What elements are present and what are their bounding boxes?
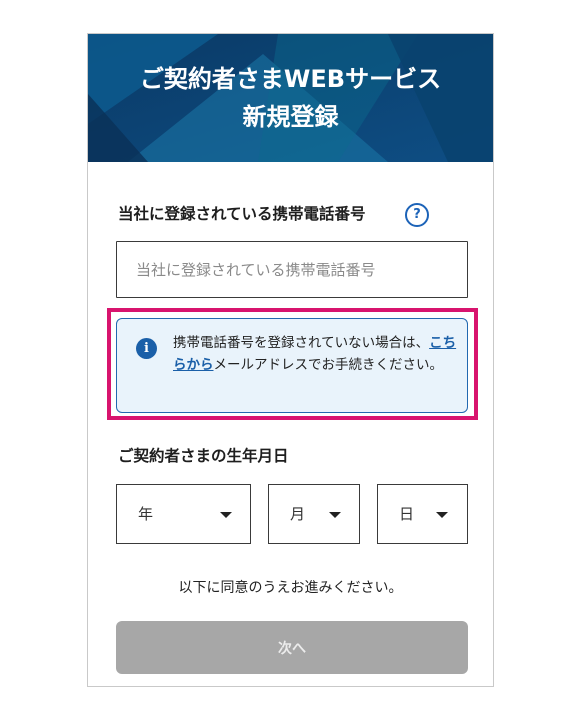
header-banner: ご契約者さまWEBサービス 新規登録 <box>88 34 493 162</box>
phone-number-input[interactable] <box>116 241 468 298</box>
birthdate-label: ご契約者さまの生年月日 <box>118 447 289 465</box>
birth-month-select[interactable]: 月 <box>268 484 360 544</box>
notice-text: 携帯電話番号を登録されていない場合は、こちらからメールアドレスでお手続きください… <box>173 332 458 376</box>
notice-text-after: メールアドレスでお手続きください。 <box>213 357 444 373</box>
birth-day-select[interactable]: 日 <box>377 484 468 544</box>
notice-box: i 携帯電話番号を登録されていない場合は、こちらからメールアドレスでお手続きくだ… <box>116 318 468 413</box>
question-circle-icon[interactable]: ? <box>405 203 429 227</box>
registration-screen: ご契約者さまWEBサービス 新規登録 当社に登録されている携帯電話番号 ? i … <box>87 33 494 687</box>
birth-year-select[interactable]: 年 <box>116 484 251 544</box>
page-title-line2: 新規登録 <box>242 103 339 131</box>
info-icon: i <box>136 338 157 359</box>
phone-number-label: 当社に登録されている携帯電話番号 <box>118 205 366 223</box>
chevron-down-icon <box>329 512 341 518</box>
page-title-line1: ご契約者さまWEBサービス <box>139 65 442 93</box>
birth-year-select-label: 年 <box>138 505 154 523</box>
birth-month-select-label: 月 <box>290 505 306 523</box>
birth-day-select-label: 日 <box>399 505 415 523</box>
consent-text: 以下に同意のうえお進みください。 <box>178 580 403 596</box>
next-button[interactable]: 次へ <box>116 621 468 674</box>
chevron-down-icon <box>220 512 232 518</box>
notice-text-before: 携帯電話番号を登録されていない場合は、 <box>173 335 430 351</box>
chevron-down-icon <box>436 512 448 518</box>
page-title: ご契約者さまWEBサービス 新規登録 <box>88 60 493 136</box>
